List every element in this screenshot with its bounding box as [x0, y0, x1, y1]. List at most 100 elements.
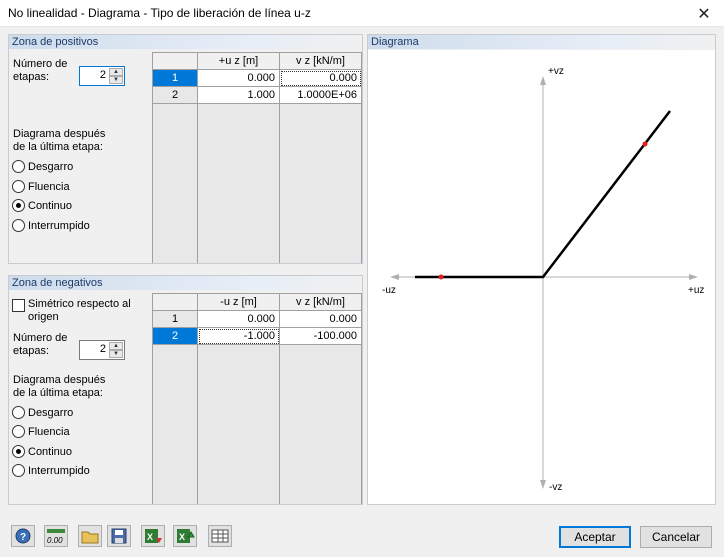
radio-circle: [12, 180, 25, 193]
radio-circle: [12, 464, 25, 477]
label-plus-uz: +uz: [688, 285, 704, 296]
positive-radio-fluencia[interactable]: Fluencia: [12, 180, 70, 193]
negative-after-label: Diagrama después: [13, 374, 106, 386]
open-folder-icon: [81, 531, 99, 544]
decimal-places-icon: 0.00: [47, 529, 65, 545]
diagram-canvas: +vz -vz -uz +uz: [368, 50, 715, 504]
column-header-u: +u z [m]: [198, 53, 280, 70]
table-corner: [153, 53, 198, 70]
stepper-up-icon[interactable]: ▲: [109, 342, 123, 350]
cancel-button[interactable]: Cancelar: [640, 526, 712, 548]
negative-stages-label: Número de: [13, 332, 68, 344]
table-corner: [153, 294, 198, 311]
radio-label: Interrumpido: [28, 464, 90, 477]
radio-label: Desgarro: [28, 160, 74, 173]
open-button[interactable]: [78, 525, 102, 547]
title-bar: No linealidad - Diagrama - Tipo de liber…: [0, 0, 724, 27]
negative-radio-continuo[interactable]: Continuo: [12, 445, 72, 458]
cell-u[interactable]: 0.000: [198, 70, 280, 87]
row-header[interactable]: 1: [153, 311, 198, 328]
ok-button[interactable]: Aceptar: [559, 526, 631, 548]
import-excel-icon: X: [145, 529, 162, 543]
diagram-point-negative: [438, 274, 444, 280]
negative-table: -u z [m] v z [kN/m] 1 0.000 0.000 2 -1.0…: [152, 293, 362, 504]
cell-u[interactable]: 1.000: [198, 87, 280, 104]
cell-u[interactable]: 0.000: [198, 311, 280, 328]
positive-stages-stepper[interactable]: 2 ▲ ▼: [79, 66, 125, 86]
radio-label: Desgarro: [28, 406, 74, 419]
cell-v[interactable]: -100.000: [280, 328, 362, 345]
stepper-down-icon[interactable]: ▼: [109, 350, 123, 358]
positive-stages-label-2: etapas:: [13, 71, 50, 83]
radio-label: Interrumpido: [28, 219, 90, 232]
table-icon: [211, 529, 229, 543]
positive-stages-value: 2: [99, 69, 106, 81]
decimal-places-button[interactable]: 0.00: [44, 525, 68, 547]
row-header[interactable]: 2: [153, 87, 198, 104]
svg-text:0.00: 0.00: [47, 536, 63, 545]
cell-v[interactable]: 1.0000E+06: [280, 87, 362, 104]
checkbox-box: [12, 299, 25, 312]
radio-circle: [12, 219, 25, 232]
diagram-title: Diagrama: [368, 35, 715, 49]
cell-u[interactable]: -1.000: [198, 328, 280, 345]
positive-radio-desgarro[interactable]: Desgarro: [12, 160, 73, 173]
radio-label: Fluencia: [28, 180, 70, 193]
positive-after-label: Diagrama después: [13, 128, 106, 140]
save-icon: [111, 528, 127, 544]
symmetric-label-2: origen: [28, 311, 59, 323]
negative-zone-panel: Zona de negativos Simétrico respecto al …: [8, 275, 363, 505]
import-excel-button[interactable]: X: [141, 525, 165, 547]
radio-label: Continuo: [28, 199, 73, 212]
negative-stages-label-2: etapas:: [13, 345, 50, 357]
export-excel-button[interactable]: X: [173, 525, 197, 547]
positive-after-label-2: de la última etapa:: [13, 141, 103, 153]
cell-v[interactable]: 0.000: [280, 70, 362, 87]
help-icon: ?: [15, 528, 31, 544]
column-header-v: v z [kN/m]: [280, 294, 362, 311]
radio-circle-selected: [12, 199, 25, 212]
positive-radio-interrumpido[interactable]: Interrumpido: [12, 219, 90, 232]
positive-radio-continuo[interactable]: Continuo: [12, 199, 72, 212]
row-header[interactable]: 1: [153, 70, 198, 87]
row-header[interactable]: 2: [153, 328, 198, 345]
negative-stages-stepper[interactable]: 2 ▲ ▼: [79, 340, 125, 360]
negative-radio-desgarro[interactable]: Desgarro: [12, 406, 73, 419]
column-header-v: v z [kN/m]: [280, 53, 362, 70]
radio-circle-selected: [12, 445, 25, 458]
svg-text:?: ?: [20, 532, 26, 543]
positive-zone-title: Zona de positivos: [9, 35, 362, 49]
table-button[interactable]: [208, 525, 232, 547]
negative-zone-title: Zona de negativos: [9, 276, 362, 290]
negative-stages-value: 2: [99, 343, 106, 355]
negative-radio-interrumpido[interactable]: Interrumpido: [12, 464, 90, 477]
radio-circle: [12, 425, 25, 438]
negative-radio-fluencia[interactable]: Fluencia: [12, 425, 70, 438]
export-excel-icon: X: [177, 529, 195, 543]
label-minus-uz: -uz: [382, 285, 396, 296]
label-minus-vz: -vz: [549, 482, 562, 493]
diagram-point-positive: [642, 141, 648, 147]
radio-label: Continuo: [28, 445, 73, 458]
stepper-down-icon[interactable]: ▼: [109, 76, 123, 84]
column-header-u: -u z [m]: [198, 294, 280, 311]
help-button[interactable]: ?: [11, 525, 35, 547]
diagram-panel: Diagrama +vz -vz -uz +uz: [367, 34, 716, 505]
positive-zone-panel: Zona de positivos Número de etapas: 2 ▲ …: [8, 34, 363, 264]
save-button[interactable]: [107, 525, 131, 547]
stepper-up-icon[interactable]: ▲: [109, 68, 123, 76]
radio-circle: [12, 160, 25, 173]
symmetric-label: Simétrico respecto al: [28, 298, 131, 310]
window-title: No linealidad - Diagrama - Tipo de liber…: [8, 6, 311, 20]
cell-v[interactable]: 0.000: [280, 311, 362, 328]
radio-circle: [12, 406, 25, 419]
positive-stages-label: Número de: [13, 58, 68, 70]
svg-text:X: X: [147, 532, 153, 542]
svg-text:X: X: [179, 532, 185, 542]
positive-table: +u z [m] v z [kN/m] 1 0.000 0.000 2 1.00…: [152, 52, 362, 263]
label-plus-vz: +vz: [548, 66, 564, 77]
symmetric-checkbox[interactable]: Simétrico respecto al origen: [12, 298, 131, 324]
radio-label: Fluencia: [28, 425, 70, 438]
negative-after-label-2: de la última etapa:: [13, 387, 103, 399]
close-icon[interactable]: ✕: [684, 0, 724, 27]
